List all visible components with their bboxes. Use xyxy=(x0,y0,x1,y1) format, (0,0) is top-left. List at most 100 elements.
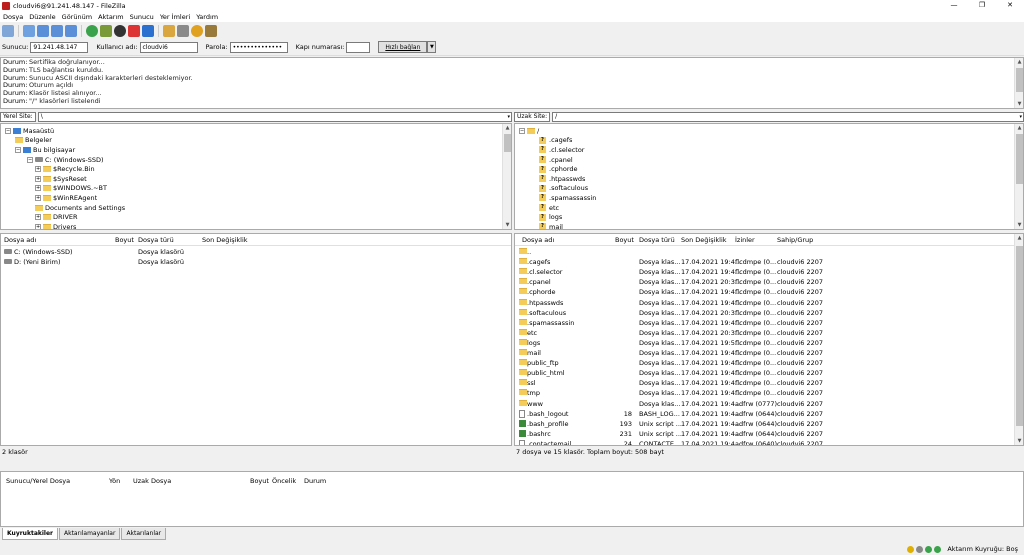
remote-tree-item[interactable]: ? .cpanel xyxy=(539,155,573,165)
remote-path-input[interactable]: / ▾ xyxy=(552,112,1024,122)
remote-tree-item[interactable]: ? logs xyxy=(539,212,562,222)
maximize-button[interactable]: ❐ xyxy=(968,0,996,11)
expand-icon[interactable]: + xyxy=(35,175,41,182)
qcol-remote[interactable]: Uzak Dosya xyxy=(133,477,171,485)
col-modified[interactable]: Son Değişiklik xyxy=(681,236,727,244)
menu-sunucu[interactable]: Sunucu xyxy=(130,13,154,21)
refresh-icon[interactable] xyxy=(86,24,98,37)
search-icon[interactable] xyxy=(205,24,217,37)
table-row[interactable]: .cpanel Dosya klas... 17.04.2021 20:3... fl… xyxy=(515,277,1023,287)
qcol-size[interactable]: Boyut xyxy=(250,477,269,485)
table-row[interactable]: .contactemail 24 CONTACTE... 17.04.2021 19:… xyxy=(515,439,1023,445)
close-button[interactable]: ✕ xyxy=(996,0,1024,11)
remote-tree-item[interactable]: ? .softaculous xyxy=(539,184,588,194)
local-tree-item[interactable]: + $SysReset xyxy=(35,174,87,184)
port-input[interactable] xyxy=(346,41,371,53)
menu-gorunum[interactable]: Görünüm xyxy=(62,13,92,21)
col-permissions[interactable]: İzinler xyxy=(735,236,755,244)
menu-yer-imleri[interactable]: Yer İmleri xyxy=(160,13,190,21)
toggle-remote-tree-icon[interactable] xyxy=(51,24,63,37)
toggle-tree-icon[interactable] xyxy=(37,24,49,37)
col-filename[interactable]: Dosya adı xyxy=(4,236,36,244)
local-tree-scrollbar[interactable]: ▲ ▼ xyxy=(502,124,511,229)
table-row[interactable]: .softaculous Dosya klas... 17.04.2021 20:3… xyxy=(515,308,1023,318)
menu-yardim[interactable]: Yardım xyxy=(196,13,218,21)
remote-tree-item[interactable]: − / xyxy=(519,126,539,136)
expand-icon[interactable]: + xyxy=(35,214,41,221)
col-type[interactable]: Dosya türü xyxy=(639,236,675,244)
cancel-icon[interactable] xyxy=(114,24,126,37)
col-type[interactable]: Dosya türü xyxy=(138,236,174,244)
local-tree-item[interactable]: − Bu bilgisayar xyxy=(15,145,75,155)
table-row[interactable]: www Dosya klas... 17.04.2021 19:4... adfrw … xyxy=(515,399,1023,409)
expand-icon[interactable]: − xyxy=(5,127,11,134)
table-row[interactable]: .cl.selector Dosya klas... 17.04.2021 19:4… xyxy=(515,267,1023,277)
col-filename[interactable]: Dosya adı xyxy=(522,236,554,244)
scroll-up-icon[interactable]: ▲ xyxy=(1015,58,1023,66)
toggle-queue-icon[interactable] xyxy=(65,24,77,37)
local-tree-item[interactable]: + $WINDOWS.~BT xyxy=(35,184,107,194)
toggle-log-icon[interactable] xyxy=(23,24,35,37)
qcol-direction[interactable]: Yön xyxy=(109,477,120,485)
expand-icon[interactable]: − xyxy=(519,127,525,134)
local-tree-item[interactable]: Documents and Settings xyxy=(35,203,125,213)
settings-icon[interactable] xyxy=(916,545,924,553)
table-row[interactable]: .cagefs Dosya klas... 17.04.2021 19:4... fl… xyxy=(515,257,1023,267)
table-row[interactable]: public_ftp Dosya klas... 17.04.2021 19:4..… xyxy=(515,358,1023,368)
remote-tree-item[interactable]: ? mail xyxy=(539,222,563,229)
table-row[interactable]: tmp Dosya klas... 17.04.2021 19:4... flcdmp… xyxy=(515,388,1023,398)
expand-icon[interactable]: + xyxy=(35,223,41,229)
table-row[interactable]: .cphorde Dosya klas... 17.04.2021 19:4... f… xyxy=(515,287,1023,297)
scroll-down-icon[interactable]: ▼ xyxy=(1015,100,1023,108)
table-row[interactable]: D: (Yeni Birim) Dosya klasörü xyxy=(1,257,511,267)
col-modified[interactable]: Son Değişiklik xyxy=(202,236,248,244)
qcol-status[interactable]: Durum xyxy=(304,477,326,485)
table-row[interactable]: .bash_logout 18 BASH_LOG... 17.04.2021 19:4… xyxy=(515,409,1023,419)
reconnect-icon[interactable] xyxy=(142,24,154,37)
table-row[interactable]: .. xyxy=(515,247,1023,257)
host-input[interactable]: 91.241.48.147 xyxy=(30,41,89,53)
quickconnect-button[interactable]: Hızlı bağlan xyxy=(378,41,428,53)
user-input[interactable]: cloudvi6 xyxy=(139,41,198,53)
table-row[interactable]: .bash_profile 193 Unix script ... 17.04.202… xyxy=(515,419,1023,429)
table-row[interactable]: logs Dosya klas... 17.04.2021 19:5... flcdm… xyxy=(515,338,1023,348)
remote-tree-item[interactable]: ? etc xyxy=(539,203,559,213)
local-tree-item[interactable]: + $Recycle.Bin xyxy=(35,164,95,174)
expand-icon[interactable]: + xyxy=(35,185,41,192)
table-row[interactable]: .spamassassin Dosya klas... 17.04.2021 19:… xyxy=(515,318,1023,328)
local-tree-item[interactable]: − C: (Windows-SSD) xyxy=(27,155,103,165)
remote-tree-item[interactable]: ? .spamassassin xyxy=(539,193,596,203)
tab-successful[interactable]: Aktarılanlar xyxy=(121,528,167,540)
col-owner[interactable]: Sahip/Grup xyxy=(777,236,813,244)
qcol-priority[interactable]: Öncelik xyxy=(272,477,296,485)
remote-tree-item[interactable]: ? .cphorde xyxy=(539,164,578,174)
table-row[interactable]: public_html Dosya klas... 17.04.2021 19:4.… xyxy=(515,368,1023,378)
log-scrollbar[interactable]: ▲ ▼ xyxy=(1014,58,1023,108)
table-row[interactable]: .htpasswds Dosya klas... 17.04.2021 19:4..… xyxy=(515,298,1023,308)
expand-icon[interactable]: − xyxy=(27,156,33,163)
table-row[interactable]: .bashrc 231 Unix script ... 17.04.2021 19:4… xyxy=(515,429,1023,439)
filter-icon[interactable] xyxy=(163,24,175,37)
menu-aktarim[interactable]: Aktarım xyxy=(98,13,124,21)
disconnect-icon[interactable] xyxy=(128,24,140,37)
expand-icon[interactable]: + xyxy=(35,194,41,201)
local-tree-item[interactable]: + DRIVER xyxy=(35,212,78,222)
local-tree-item[interactable]: + Drivers xyxy=(35,222,76,229)
expand-icon[interactable]: + xyxy=(35,166,41,173)
local-tree-item[interactable]: − Masaüstü xyxy=(5,126,54,136)
tab-failed[interactable]: Aktarılamayanlar xyxy=(59,528,121,540)
remote-tree-scrollbar[interactable]: ▲ ▼ xyxy=(1014,124,1023,229)
remote-tree-item[interactable]: ? .cl.selector xyxy=(539,145,584,155)
tab-queued[interactable]: Kuyruktakiler xyxy=(2,528,58,540)
menu-duzenle[interactable]: Düzenle xyxy=(29,13,55,21)
remote-tree-item[interactable]: ? .cagefs xyxy=(539,136,572,146)
menu-dosya[interactable]: Dosya xyxy=(3,13,23,21)
chevron-down-icon[interactable]: ▾ xyxy=(507,113,510,121)
remote-tree-item[interactable]: ? .htpasswds xyxy=(539,174,585,184)
chevron-down-icon[interactable]: ▾ xyxy=(1019,113,1022,121)
table-row[interactable]: etc Dosya klas... 17.04.2021 20:3... flcdmp… xyxy=(515,328,1023,338)
site-manager-icon[interactable] xyxy=(2,24,14,37)
local-path-input[interactable]: \ ▾ xyxy=(37,112,512,122)
col-size[interactable]: Boyut xyxy=(115,236,134,244)
password-input[interactable]: •••••••••••••• xyxy=(229,41,288,53)
